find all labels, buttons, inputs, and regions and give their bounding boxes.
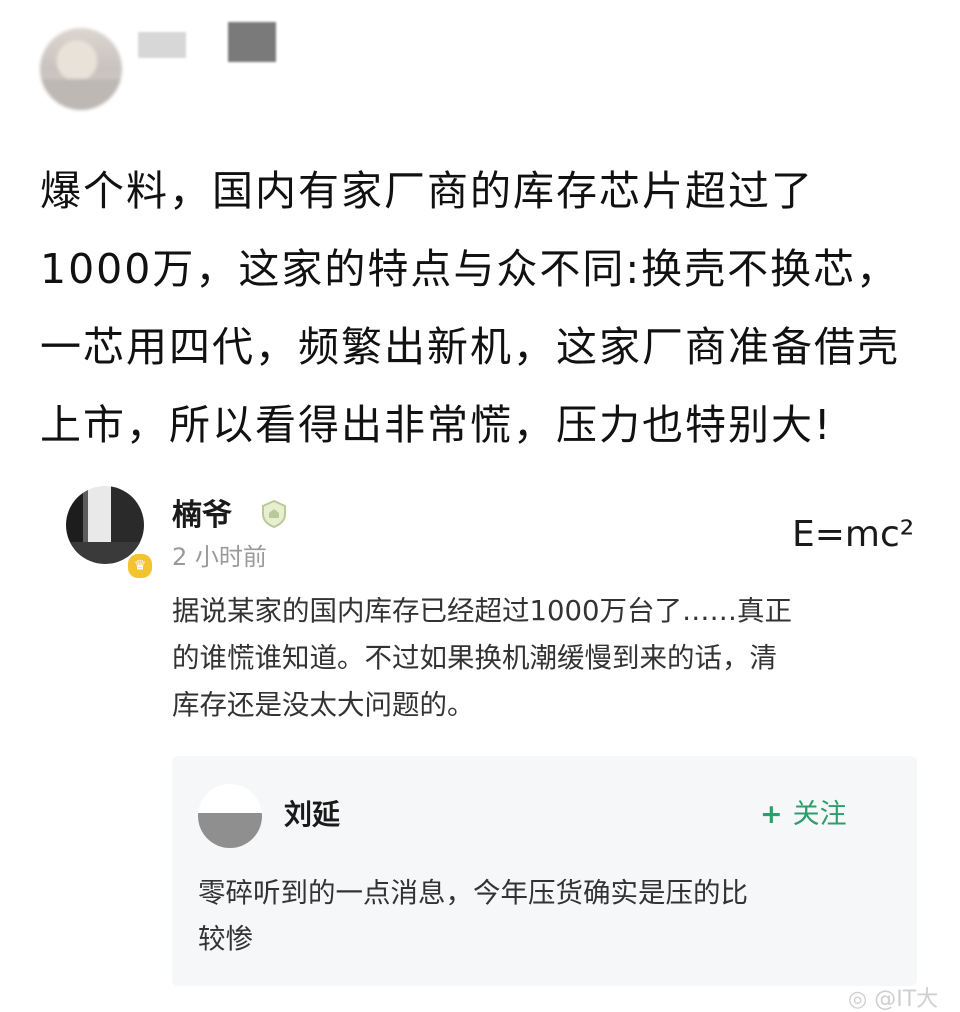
- shield-badge-icon: [262, 499, 286, 529]
- post-line: 一芯用四代，频繁出新机，这家厂商准备借壳: [40, 323, 900, 371]
- plus-icon: +: [760, 799, 783, 830]
- poster-name-blurred: [138, 32, 186, 58]
- formula-text: E=mc²: [792, 514, 915, 555]
- comment-body: 据说某家的国内库存已经超过1000万台了……真正 的谁慌谁知道。不过如果换机潮缓…: [172, 588, 917, 729]
- poster-avatar[interactable]: [40, 28, 122, 110]
- reply-line: 零碎听到的一点消息，今年压货确实是压的比: [198, 877, 748, 909]
- post-text: 爆个料，国内有家厂商的库存芯片超过了 1000万，这家的特点与众不同:换壳不换芯…: [40, 152, 955, 464]
- comment-line: 据说某家的国内库存已经超过1000万台了……真正: [172, 595, 792, 627]
- comment-line: 库存还是没太大问题的。: [172, 689, 475, 721]
- post-line: 上市，所以看得出非常慌，压力也特别大!: [40, 401, 833, 449]
- post-line: 1000万，这家的特点与众不同:换壳不换芯，: [40, 245, 900, 293]
- post-line: 爆个料，国内有家厂商的库存芯片超过了: [40, 167, 814, 215]
- watermark: ◎ @IT大: [848, 988, 938, 1012]
- weibo-icon: ◎: [848, 987, 868, 1012]
- embedded-comment-card: ♛ 楠爷 2 小时前 E=mc² 据说某家的国内库存已经超过1000万台了……真…: [40, 468, 960, 993]
- poster-meta-blurred: [228, 22, 276, 62]
- crown-badge-icon: ♛: [126, 552, 154, 580]
- comment-timestamp: 2 小时前: [172, 543, 267, 571]
- follow-button[interactable]: + 关注: [760, 796, 847, 834]
- comment-line: 的谁慌谁知道。不过如果换机潮缓慢到来的话，清: [172, 642, 777, 674]
- commenter-name[interactable]: 楠爷: [172, 496, 232, 536]
- follow-label: 关注: [792, 799, 847, 830]
- replier-name[interactable]: 刘延: [284, 796, 340, 834]
- reply-body: 零碎听到的一点消息，今年压货确实是压的比 较惨: [198, 870, 878, 962]
- reply-box: 刘延 + 关注 零碎听到的一点消息，今年压货确实是压的比 较惨: [172, 756, 917, 986]
- reply-line: 较惨: [198, 923, 253, 955]
- replier-avatar[interactable]: [198, 784, 262, 848]
- watermark-text: @IT大: [874, 987, 939, 1012]
